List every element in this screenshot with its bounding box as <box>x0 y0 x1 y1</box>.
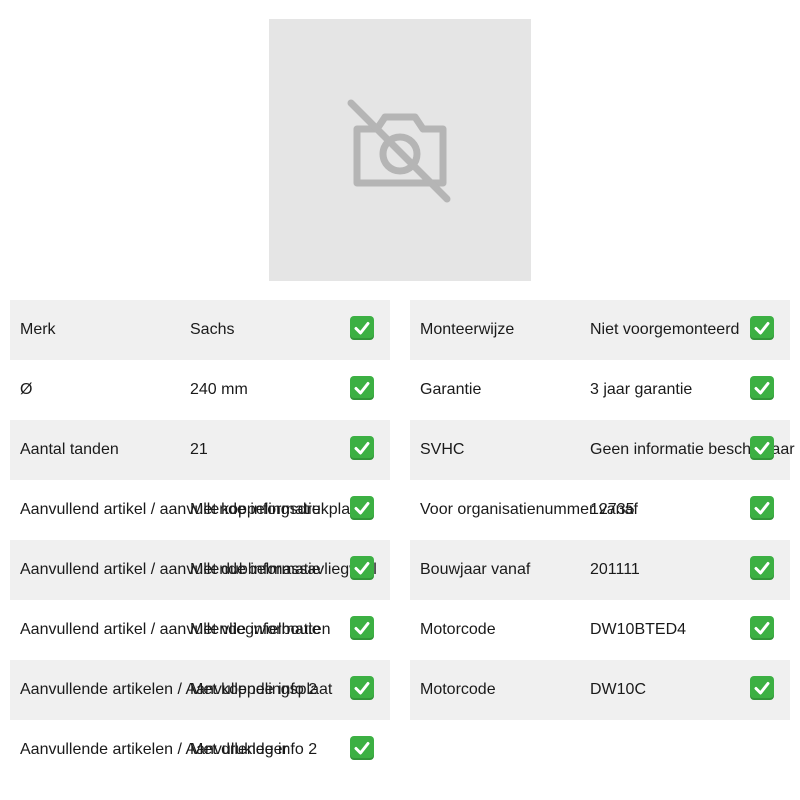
spec-row: Motorcode DW10BTED4 <box>410 600 790 660</box>
spec-value: Met koppelingsdrukplaat <box>190 501 364 518</box>
spec-label: SVHC <box>420 441 465 458</box>
check-icon <box>750 376 774 400</box>
spec-label: Monteerwijze <box>420 321 515 338</box>
spec-row: Aanvullend artikel / aanvullende informa… <box>10 540 390 600</box>
specs-table-right: Monteerwijze Niet voorgemonteerd Garanti… <box>410 300 795 720</box>
spec-label: Bouwjaar vanaf <box>420 561 531 578</box>
check-icon <box>350 676 374 700</box>
spec-row: Voor organisatienummer vanaf 12735 <box>410 480 790 540</box>
check-icon <box>350 556 374 580</box>
spec-value: DW10BTED4 <box>590 621 687 638</box>
check-icon <box>350 376 374 400</box>
spec-row: Motorcode DW10C <box>410 660 790 720</box>
spec-label: Ø <box>20 381 33 398</box>
spec-value: DW10C <box>590 681 647 698</box>
spec-row: Ø 240 mm <box>10 360 390 420</box>
spec-value: 201111 <box>590 561 640 578</box>
spec-row: Aanvullend artikel / aanvullende informa… <box>10 600 390 660</box>
spec-value: Met vliegwielbouten <box>190 621 331 638</box>
spec-value: Niet voorgemonteerd <box>590 321 740 338</box>
product-spec-page: Merk Sachs Ø 240 mm Aantal tanden 21 Aan… <box>0 0 800 800</box>
spec-row: Aanvullende artikelen / Aanvullende info… <box>10 720 390 780</box>
spec-row: Monteerwijze Niet voorgemonteerd <box>410 300 790 360</box>
spec-label: Aantal tanden <box>20 441 119 458</box>
specs-table-left: Merk Sachs Ø 240 mm Aantal tanden 21 Aan… <box>10 300 390 780</box>
spec-value: 12735 <box>590 501 635 518</box>
spec-row: Merk Sachs <box>10 300 390 360</box>
check-icon <box>750 556 774 580</box>
spec-label: Motorcode <box>420 621 496 638</box>
spec-value: Met dubbelmassavliegwiel <box>190 561 377 578</box>
check-icon <box>750 676 774 700</box>
spec-label: Garantie <box>420 381 482 398</box>
check-icon <box>750 496 774 520</box>
spec-row: Aanvullend artikel / aanvullende informa… <box>10 480 390 540</box>
spec-label: Merk <box>20 321 56 338</box>
check-icon <box>350 436 374 460</box>
camera-off-icon <box>347 99 451 203</box>
spec-value: Sachs <box>190 321 235 338</box>
check-icon <box>350 736 374 760</box>
spec-row: Aanvullende artikelen / Aanvullende info… <box>10 660 390 720</box>
spec-value: 21 <box>190 441 208 458</box>
spec-row: Garantie 3 jaar garantie <box>410 360 790 420</box>
spec-value: 3 jaar garantie <box>590 381 693 398</box>
spec-value: 240 mm <box>190 381 248 398</box>
spec-value: Met koppelingsplaat <box>190 681 333 698</box>
spec-row: SVHC Geen informatie beschikbaar <box>410 420 795 480</box>
check-icon <box>750 436 774 460</box>
spec-label: Motorcode <box>420 681 496 698</box>
spec-value: Met drukleger <box>190 741 288 758</box>
spec-row: Aantal tanden 21 <box>10 420 390 480</box>
check-icon <box>350 316 374 340</box>
check-icon <box>750 616 774 640</box>
check-icon <box>350 496 374 520</box>
spec-row: Bouwjaar vanaf 201111 <box>410 540 790 600</box>
check-icon <box>350 616 374 640</box>
product-image-placeholder <box>269 19 531 281</box>
check-icon <box>750 316 774 340</box>
